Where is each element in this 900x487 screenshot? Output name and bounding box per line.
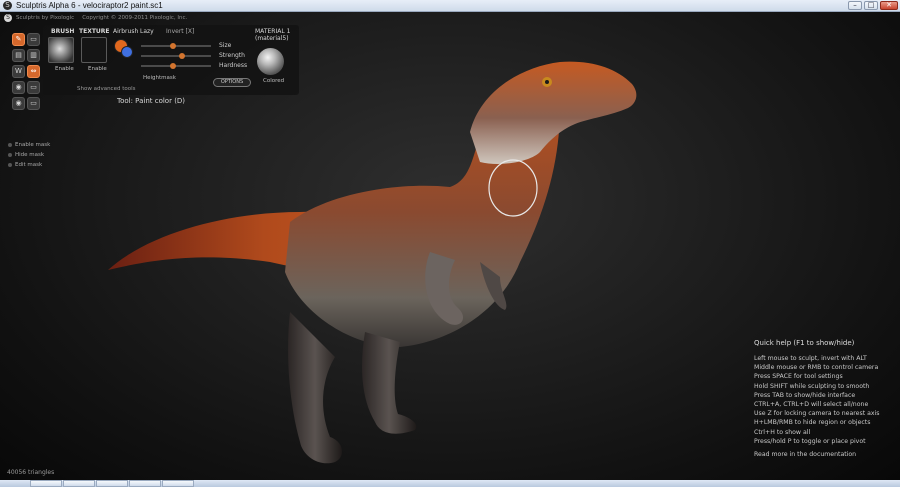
material-preview-ball[interactable] [257, 48, 284, 75]
tool-4-button[interactable]: ▥ [27, 49, 40, 62]
quick-help-lines: Left mouse to sculpt, invert with ALT Mid… [754, 355, 880, 447]
airbrush-toggle[interactable]: Airbrush [113, 28, 138, 35]
brush-enable-toggle[interactable]: Enable [55, 66, 74, 72]
quick-help-line: Ctrl+H to show all [754, 428, 811, 436]
strength-slider-knob[interactable] [179, 53, 185, 59]
secondary-color-swatch[interactable] [121, 46, 133, 58]
tool-10-button[interactable]: ▭ [27, 97, 40, 110]
quick-help-line: Use Z for locking camera to nearest axis [754, 410, 880, 418]
maximize-button[interactable]: □ [864, 1, 878, 10]
quick-help-line: H+LMB/RMB to hide region or objects [754, 419, 871, 427]
tool-8-button[interactable]: ▭ [27, 81, 40, 94]
window-controls: – □ ✕ [848, 1, 898, 10]
texture-section-label: TEXTURE [79, 28, 110, 35]
edit-mask-option[interactable]: Edit mask [8, 160, 50, 170]
sculptris-logo-icon: S [4, 14, 12, 22]
documentation-link[interactable]: Read more in the documentation [754, 451, 880, 458]
minimize-button[interactable]: – [848, 1, 862, 10]
quick-help-line: Press/hold P to toggle or place pivot [754, 437, 866, 445]
material-colored-label: Colored [263, 78, 285, 84]
show-advanced-tools-link[interactable]: Show advanced tools [77, 86, 136, 92]
paint-tool-button[interactable]: ✎ [12, 33, 25, 46]
quick-help-line: Middle mouse or RMB to control camera [754, 364, 879, 372]
invert-toggle[interactable]: Invert [X] [166, 28, 194, 35]
quick-help-title: Quick help (F1 to show/hide) [754, 339, 855, 347]
tool-5-button[interactable]: W [12, 65, 25, 78]
enable-mask-option[interactable]: Enable mask [8, 140, 50, 150]
copyright-text: Copyright © 2009-2011 Pixologic, Inc. [82, 15, 188, 21]
edit-mask-label: Edit mask [15, 162, 43, 168]
size-label: Size [219, 42, 232, 49]
close-button[interactable]: ✕ [880, 1, 898, 10]
hide-mask-label: Hide mask [15, 152, 45, 158]
radio-dot-icon [8, 153, 12, 157]
strength-label: Strength [219, 52, 245, 59]
windows-taskbar [0, 480, 900, 487]
hide-mask-option[interactable]: Hide mask [8, 150, 50, 160]
size-slider[interactable] [141, 43, 211, 49]
strength-slider[interactable] [141, 53, 211, 59]
size-slider-knob[interactable] [170, 43, 176, 49]
quick-help-line: Press SPACE for tool settings [754, 373, 843, 381]
app-header: S Sculptris by Pixologic Copyright © 200… [0, 12, 900, 24]
quick-help-panel: Quick help (F1 to show/hide) Left mouse … [754, 339, 880, 458]
tool-7-button[interactable]: ◉ [12, 81, 25, 94]
quick-help-line: Hold SHIFT while sculpting to smooth [754, 382, 870, 390]
heightmask-label: Heightmask [143, 75, 176, 81]
hardness-slider[interactable] [141, 63, 211, 69]
window-titlebar: S Sculptris Alpha 6 - velociraptor2 pain… [0, 0, 900, 12]
taskbar-item[interactable] [162, 480, 194, 487]
tool-2-button[interactable]: ▭ [27, 33, 40, 46]
lazy-toggle[interactable]: Lazy [140, 28, 154, 35]
taskbar-item[interactable] [63, 480, 95, 487]
mask-options: Enable mask Hide mask Edit mask [8, 140, 50, 170]
hardness-label: Hardness [219, 62, 248, 69]
options-button[interactable]: OPTIONS [213, 78, 251, 87]
brush-thumbnail[interactable] [48, 37, 74, 63]
sculptris-app-icon[interactable]: S [3, 1, 12, 10]
taskbar-item[interactable] [96, 480, 128, 487]
quick-help-line: Left mouse to sculpt, invert with ALT [754, 355, 867, 362]
current-tool-caption: Tool: Paint color (D) [117, 97, 186, 105]
tool-3-button[interactable]: ▤ [12, 49, 25, 62]
brush-section-label: BRUSH [51, 28, 75, 35]
texture-thumbnail[interactable] [81, 37, 107, 63]
material-label: MATERIAL 1 (material5) [255, 28, 291, 42]
tool-9-button[interactable]: ◉ [12, 97, 25, 110]
tool-6-button[interactable]: ⇔ [27, 65, 40, 78]
triangle-count: 40056 triangles [7, 469, 55, 476]
window-title: Sculptris Alpha 6 - velociraptor2 paint.… [16, 1, 163, 10]
hardness-slider-knob[interactable] [170, 63, 176, 69]
radio-dot-icon [8, 143, 12, 147]
radio-dot-icon [8, 163, 12, 167]
texture-enable-toggle[interactable]: Enable [88, 66, 107, 72]
taskbar-item[interactable] [129, 480, 161, 487]
quick-help-line: CTRL+A, CTRL+D will select all/none [754, 400, 869, 408]
taskbar-item[interactable] [30, 480, 62, 487]
brand-text: Sculptris by Pixologic [16, 15, 75, 21]
tool-grid: ✎ ▭ ▤ ▥ W ⇔ ◉ ▭ ◉ ▭ [12, 33, 40, 110]
brush-settings-panel: BRUSH Enable TEXTURE Enable Airbrush Laz… [43, 25, 299, 95]
sculpt-viewport[interactable]: S Sculptris by Pixologic Copyright © 200… [0, 12, 900, 480]
enable-mask-label: Enable mask [15, 142, 51, 148]
quick-help-line: Press TAB to show/hide interface [754, 391, 856, 399]
